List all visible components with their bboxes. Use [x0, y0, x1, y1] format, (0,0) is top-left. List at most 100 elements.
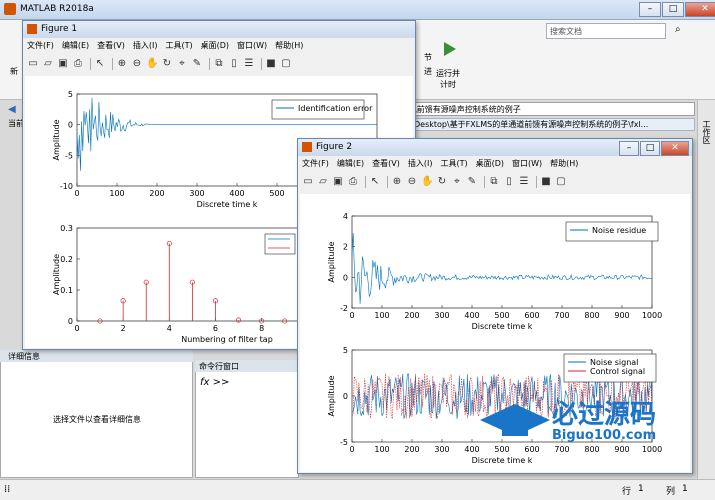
hide-tools-icon[interactable]: ■: [265, 58, 277, 70]
menu-view[interactable]: 查看(V): [372, 158, 400, 172]
zoom-out-icon[interactable]: ⊖: [406, 176, 418, 188]
status-row-value: 1: [638, 484, 644, 494]
menu-desktop[interactable]: 桌面(D): [201, 40, 229, 54]
menu-edit[interactable]: 编辑(E): [337, 158, 364, 172]
rotate-icon[interactable]: ↻: [161, 58, 173, 70]
legend-entry: Noise residue: [592, 226, 646, 235]
close-button[interactable]: ✕: [685, 2, 715, 17]
menu-insert[interactable]: 插入(I): [408, 158, 433, 172]
brush-icon[interactable]: ✎: [466, 176, 478, 188]
open-file-icon[interactable]: ▱: [42, 58, 54, 70]
menu-edit[interactable]: 编辑(E): [62, 40, 89, 54]
x-axis-label: Discrete time k: [197, 200, 258, 209]
toolbar-divider: [112, 58, 113, 70]
new-label[interactable]: 新: [10, 66, 18, 77]
y-tick-label: -5: [340, 438, 348, 447]
search-docs-input[interactable]: 搜索文档: [546, 23, 666, 39]
link-plot-icon[interactable]: ⧉: [213, 58, 225, 70]
watermark: 必过源码 Biguo100.com: [470, 390, 700, 450]
status-bar: ⁞⁞ 行 1 列 1: [0, 479, 715, 500]
minimize-button[interactable]: –: [619, 141, 639, 156]
figure2-menubar: 文件(F) 编辑(E) 查看(V) 插入(I) 工具(T) 桌面(D) 窗口(W…: [302, 158, 586, 172]
menu-tools[interactable]: 工具(T): [165, 40, 192, 54]
show-tools-icon[interactable]: ▢: [280, 58, 292, 70]
y-tick-label: 0: [343, 392, 348, 401]
save-icon[interactable]: ▣: [57, 58, 69, 70]
pointer-icon[interactable]: ↖: [369, 176, 381, 188]
advance-label[interactable]: 进: [424, 66, 432, 77]
x-tick-label: 700: [554, 311, 569, 320]
y-tick-label: -10: [60, 182, 73, 191]
command-prompt[interactable]: fx >>: [200, 377, 229, 388]
detail-message: 选择文件以查看详细信息: [53, 415, 141, 424]
menu-tools[interactable]: 工具(T): [440, 158, 467, 172]
legend-icon[interactable]: ☰: [518, 176, 530, 188]
menu-window[interactable]: 窗口(W): [237, 40, 267, 54]
print-icon[interactable]: ⎙: [347, 176, 359, 188]
maximize-button[interactable]: □: [662, 2, 684, 17]
command-window-header: 命令行窗口: [195, 360, 299, 372]
zoom-in-icon[interactable]: ⊕: [391, 176, 403, 188]
toolbar-divider: [484, 176, 485, 188]
search-icon[interactable]: ⌕: [675, 24, 681, 35]
new-figure-icon[interactable]: ▭: [27, 58, 39, 70]
figure-icon: [27, 24, 37, 34]
menu-window[interactable]: 窗口(W): [512, 158, 542, 172]
data-cursor-icon[interactable]: ⌖: [176, 58, 188, 70]
brush-icon[interactable]: ✎: [191, 58, 203, 70]
address-bar[interactable]: \前馈有源噪声控制系统的例子: [410, 102, 695, 116]
zoom-in-icon[interactable]: ⊕: [116, 58, 128, 70]
x-tick-label: 2: [121, 324, 126, 333]
section-label[interactable]: 节: [424, 52, 432, 63]
menu-help[interactable]: 帮助(H): [550, 158, 578, 172]
print-icon[interactable]: ⎙: [72, 58, 84, 70]
show-tools-icon[interactable]: ▢: [555, 176, 567, 188]
back-arrow-icon[interactable]: ◀: [8, 104, 16, 115]
watermark-text: 必过源码: [552, 400, 657, 430]
y-tick-label: 2: [343, 243, 348, 252]
menu-file[interactable]: 文件(F): [27, 40, 54, 54]
x-tick-label: 900: [614, 311, 629, 320]
menu-desktop[interactable]: 桌面(D): [476, 158, 504, 172]
minimize-button[interactable]: –: [639, 2, 661, 17]
menu-view[interactable]: 查看(V): [97, 40, 125, 54]
open-file-icon[interactable]: ▱: [317, 176, 329, 188]
y-axis-label: Amplitude: [327, 375, 336, 416]
run-and-time-label[interactable]: 运行并 计时: [436, 68, 460, 90]
colorbar-icon[interactable]: ▯: [503, 176, 515, 188]
legend-icon[interactable]: ☰: [243, 58, 255, 70]
pointer-icon[interactable]: ↖: [94, 58, 106, 70]
link-plot-icon[interactable]: ⧉: [488, 176, 500, 188]
data-cursor-icon[interactable]: ⌖: [451, 176, 463, 188]
close-button[interactable]: ✕: [661, 141, 689, 156]
pan-icon[interactable]: ✋: [146, 58, 158, 70]
toolbar-divider: [261, 58, 262, 70]
x-tick-label: 1000: [642, 311, 662, 320]
menu-insert[interactable]: 插入(I): [133, 40, 158, 54]
colorbar-icon[interactable]: ▯: [228, 58, 240, 70]
x-tick-label: 100: [374, 445, 389, 454]
menu-help[interactable]: 帮助(H): [275, 40, 303, 54]
y-tick-label: -2: [340, 304, 348, 313]
toolbar-divider: [536, 176, 537, 188]
new-figure-icon[interactable]: ▭: [302, 176, 314, 188]
menu-file[interactable]: 文件(F): [302, 158, 329, 172]
legend-box: [264, 233, 296, 255]
rotate-icon[interactable]: ↻: [436, 176, 448, 188]
y-tick-label: 0.3: [60, 224, 73, 233]
hide-tools-icon[interactable]: ■: [540, 176, 552, 188]
run-icon[interactable]: [444, 42, 456, 56]
pan-icon[interactable]: ✋: [421, 176, 433, 188]
x-tick-label: 200: [149, 189, 164, 198]
maximize-button[interactable]: □: [640, 141, 660, 156]
workspace-label[interactable]: 工作区: [701, 120, 712, 144]
detail-panel: 选择文件以查看详细信息: [0, 350, 193, 478]
y-tick-label: 0: [343, 273, 348, 282]
x-tick-label: 800: [584, 311, 599, 320]
figure1-title: Figure 1: [41, 24, 78, 34]
x-tick-label: 300: [434, 445, 449, 454]
save-icon[interactable]: ▣: [332, 176, 344, 188]
zoom-out-icon[interactable]: ⊖: [131, 58, 143, 70]
command-window[interactable]: fx >>: [195, 360, 299, 478]
x-tick-label: 0: [74, 324, 79, 333]
